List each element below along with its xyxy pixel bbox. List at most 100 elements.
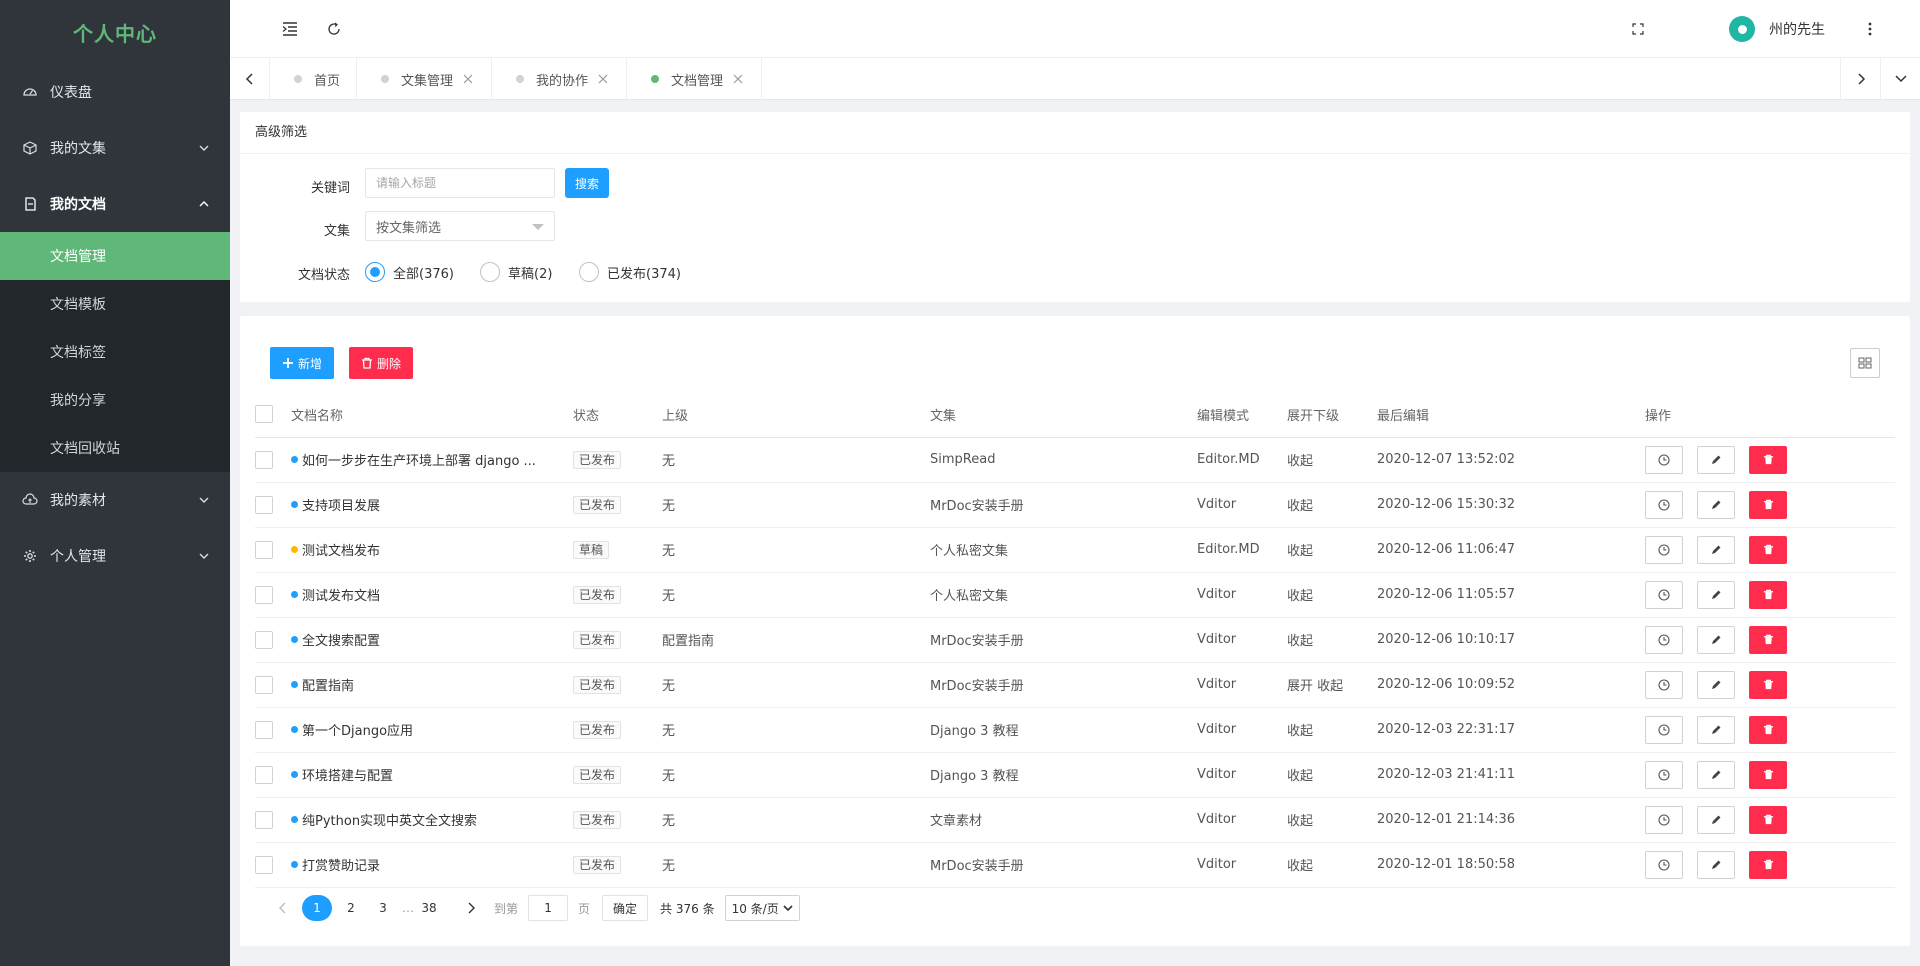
row-checkbox[interactable]: [255, 720, 273, 739]
row-checkbox[interactable]: [255, 810, 273, 829]
edit-button[interactable]: [1697, 670, 1735, 699]
delete-button[interactable]: [1749, 625, 1787, 654]
doc-name-link[interactable]: 支持项目发展: [302, 495, 380, 514]
status-badge: 已发布: [573, 765, 622, 784]
tab-collection-manage[interactable]: 文集管理: [357, 58, 493, 100]
expand-cell: 收起: [1287, 797, 1377, 843]
delete-button[interactable]: [1749, 670, 1787, 699]
row-checkbox[interactable]: [255, 675, 273, 694]
row-checkbox[interactable]: [255, 630, 273, 649]
delete-button[interactable]: [1749, 850, 1787, 879]
column-filter-icon[interactable]: [1850, 348, 1880, 378]
page-size-select[interactable]: 10 条/页: [724, 895, 800, 921]
row-checkbox[interactable]: [255, 495, 273, 514]
prev-page-icon[interactable]: [270, 895, 296, 921]
toggle-sidebar-icon[interactable]: [278, 17, 302, 41]
status-radio-all[interactable]: 全部(376): [365, 262, 454, 282]
tabs-dropdown-icon[interactable]: [1880, 58, 1920, 100]
page-2[interactable]: 2: [338, 895, 364, 921]
delete-button[interactable]: [1749, 445, 1787, 474]
edit-button[interactable]: [1697, 445, 1735, 474]
add-document-button[interactable]: 新增: [270, 347, 335, 379]
user-menu[interactable]: 州的先生: [1729, 15, 1825, 43]
page-1[interactable]: 1: [302, 895, 332, 921]
batch-delete-button[interactable]: 删除: [349, 347, 414, 379]
history-button[interactable]: [1645, 805, 1683, 834]
sidebar-subitem-doc-template[interactable]: 文档模板: [0, 280, 230, 328]
history-button[interactable]: [1645, 445, 1683, 474]
history-button[interactable]: [1645, 535, 1683, 564]
history-button[interactable]: [1645, 490, 1683, 519]
table-row: 全文搜索配置 已发布 配置指南 MrDoc安装手册 Vditor 收起 2020-12-06…: [255, 617, 1895, 663]
more-vertical-icon[interactable]: [1858, 17, 1882, 41]
status-radio-draft[interactable]: 草稿(2): [480, 262, 552, 282]
sidebar-subitem-my-share[interactable]: 我的分享: [0, 376, 230, 424]
doc-name-link[interactable]: 打赏赞助记录: [302, 855, 380, 874]
doc-name-link[interactable]: 全文搜索配置: [302, 630, 380, 649]
sidebar-subitem-doc-manage[interactable]: 文档管理: [0, 232, 230, 280]
sidebar-item-collections[interactable]: 我的文集: [0, 120, 230, 176]
sidebar-subitem-doc-tags[interactable]: 文档标签: [0, 328, 230, 376]
tabs-scroll-right-icon[interactable]: [1840, 58, 1880, 100]
refresh-icon[interactable]: [322, 17, 346, 41]
tab-doc-manage[interactable]: 文档管理: [627, 58, 763, 100]
row-checkbox[interactable]: [255, 765, 273, 784]
row-checkbox[interactable]: [255, 450, 273, 469]
delete-button[interactable]: [1749, 760, 1787, 789]
doc-name-link[interactable]: 纯Python实现中英文全文搜索: [302, 810, 477, 829]
delete-button[interactable]: [1749, 580, 1787, 609]
edit-button[interactable]: [1697, 625, 1735, 654]
doc-name-link[interactable]: 第一个Django应用: [302, 720, 413, 739]
pencil-icon: [1712, 635, 1721, 644]
delete-button[interactable]: [1749, 715, 1787, 744]
next-page-icon[interactable]: [458, 895, 484, 921]
row-checkbox[interactable]: [255, 855, 273, 874]
doc-name-link[interactable]: 如何一步步在生产环境上部署 django ...: [302, 450, 536, 469]
edit-button[interactable]: [1697, 805, 1735, 834]
sidebar-item-documents[interactable]: 我的文档: [0, 176, 230, 232]
page-3[interactable]: 3: [370, 895, 396, 921]
edit-button[interactable]: [1697, 760, 1735, 789]
history-button[interactable]: [1645, 580, 1683, 609]
goto-confirm-button[interactable]: 确定: [602, 895, 649, 921]
fullscreen-icon[interactable]: [1626, 17, 1650, 41]
doc-name-link[interactable]: 配置指南: [302, 675, 354, 694]
edit-button[interactable]: [1697, 580, 1735, 609]
search-button[interactable]: 搜索: [565, 168, 610, 198]
doc-name-link[interactable]: 测试发布文档: [302, 585, 380, 604]
sidebar-subitem-recycle-bin[interactable]: 文档回收站: [0, 424, 230, 472]
keyword-input[interactable]: [365, 168, 555, 198]
tab-home[interactable]: 首页: [270, 58, 358, 100]
delete-button[interactable]: [1749, 805, 1787, 834]
history-button[interactable]: [1645, 715, 1683, 744]
collection-select[interactable]: 按文集筛选: [365, 211, 555, 241]
doc-name-link[interactable]: 环境搭建与配置: [302, 765, 393, 784]
edit-button[interactable]: [1697, 535, 1735, 564]
edit-button[interactable]: [1697, 850, 1735, 879]
sidebar-item-materials[interactable]: 我的素材: [0, 472, 230, 528]
history-button[interactable]: [1645, 670, 1683, 699]
tabs-scroll-left-icon[interactable]: [230, 58, 270, 100]
page-last[interactable]: 38: [416, 895, 442, 921]
status-radio-published[interactable]: 已发布(374): [579, 262, 681, 282]
close-icon[interactable]: [731, 72, 745, 86]
edit-button[interactable]: [1697, 715, 1735, 744]
delete-button[interactable]: [1749, 535, 1787, 564]
history-button[interactable]: [1645, 625, 1683, 654]
sidebar-item-personal[interactable]: 个人管理: [0, 528, 230, 584]
history-button[interactable]: [1645, 760, 1683, 789]
expand-cell: 展开 收起: [1287, 662, 1377, 708]
select-all-checkbox[interactable]: [255, 405, 273, 424]
sidebar-item-dashboard[interactable]: 仪表盘: [0, 64, 230, 120]
goto-page-input[interactable]: [528, 895, 569, 921]
close-icon[interactable]: [596, 72, 610, 86]
close-icon[interactable]: [461, 72, 475, 86]
delete-button[interactable]: [1749, 490, 1787, 519]
edit-button[interactable]: [1697, 490, 1735, 519]
brand-title: 个人中心: [73, 21, 157, 46]
doc-name-link[interactable]: 测试文档发布: [302, 540, 380, 559]
row-checkbox[interactable]: [255, 540, 273, 559]
tab-my-collab[interactable]: 我的协作: [492, 58, 628, 100]
history-button[interactable]: [1645, 850, 1683, 879]
row-checkbox[interactable]: [255, 585, 273, 604]
